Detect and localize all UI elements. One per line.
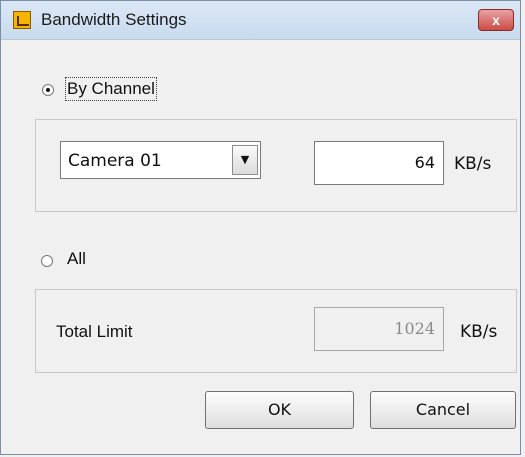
close-icon: x <box>492 12 500 28</box>
chevron-down-icon[interactable]: ▼ <box>232 145 258 175</box>
channel-bandwidth-unit: KB/s <box>454 154 492 174</box>
bandwidth-settings-dialog: Bandwidth Settings x By Channel Camera 0… <box>0 0 521 455</box>
channel-select[interactable]: Camera 01 ▼ <box>60 141 261 179</box>
total-limit-input[interactable]: 1024 <box>314 307 444 351</box>
all-radio[interactable] <box>41 255 53 267</box>
by-channel-label[interactable]: By Channel <box>65 77 157 101</box>
window-title: Bandwidth Settings <box>41 10 187 29</box>
title-bar[interactable]: Bandwidth Settings x <box>1 1 520 40</box>
close-button[interactable]: x <box>478 9 514 31</box>
total-limit-unit: KB/s <box>460 322 498 342</box>
by-channel-radio[interactable] <box>42 84 54 96</box>
app-icon <box>13 11 31 29</box>
total-limit-label: Total Limit <box>56 322 133 341</box>
channel-select-value: Camera 01 <box>68 151 162 171</box>
all-label[interactable]: All <box>67 249 86 269</box>
ok-button[interactable]: OK <box>205 391 354 429</box>
channel-bandwidth-input[interactable]: 64 <box>314 141 444 185</box>
cancel-button[interactable]: Cancel <box>370 391 516 429</box>
